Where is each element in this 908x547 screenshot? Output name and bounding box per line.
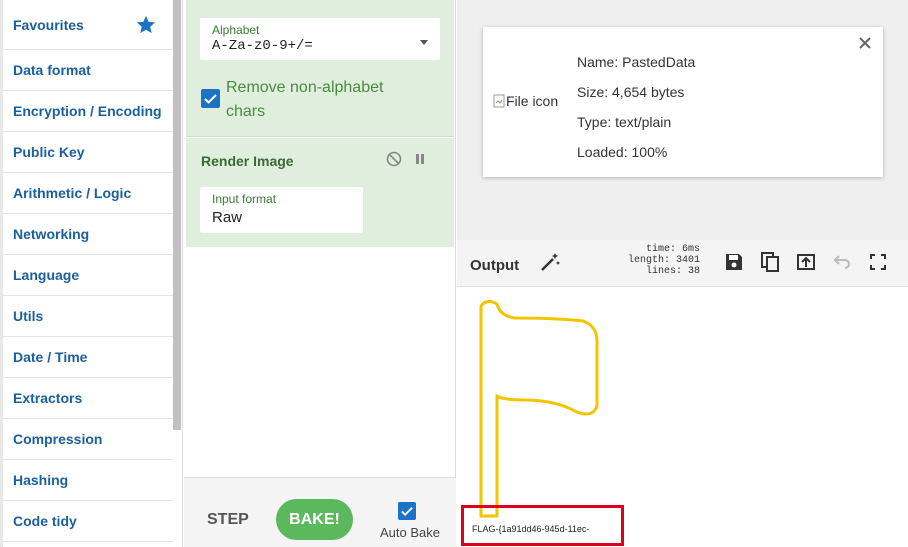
output-area[interactable]: FLAG-{1a91dd46-945d-11ec-	[457, 288, 908, 547]
app-root: Favourites Data format Encryption / Enco…	[0, 0, 908, 547]
file-icon-alt-text: File icon	[506, 93, 559, 109]
bake-button-label: BAKE!	[289, 510, 340, 528]
sidebar-item-label: Encryption / Encoding	[13, 103, 162, 119]
sidebar-item-label: Arithmetic / Logic	[13, 185, 132, 201]
sidebar-item-label: Language	[13, 267, 80, 283]
input-format-label: Input format	[212, 192, 277, 206]
operations-sidebar: Favourites Data format Encryption / Enco…	[0, 0, 183, 547]
flag-text: FLAG-{1a91dd46-945d-11ec-	[472, 524, 590, 534]
sidebar-item-networking[interactable]: Networking	[3, 214, 173, 255]
auto-bake-label: Auto Bake	[380, 525, 440, 540]
sidebar-item-encryption-encoding[interactable]: Encryption / Encoding	[3, 91, 173, 132]
output-header: Output time: 6ms length: 3401 lines: 38	[457, 240, 908, 287]
input-format-field[interactable]: Input format Raw	[200, 187, 363, 233]
check-icon	[204, 94, 217, 104]
alphabet-select[interactable]: Alphabet A-Za-z0-9+/=	[200, 18, 440, 60]
auto-bake-checkbox[interactable]	[398, 502, 416, 520]
stat-time: time: 6ms	[645, 244, 700, 255]
step-button[interactable]: STEP	[207, 511, 249, 529]
input-format-value: Raw	[212, 209, 243, 226]
alphabet-value: A-Za-z0-9+/=	[212, 38, 313, 54]
undo-icon[interactable]	[831, 251, 853, 273]
sidebar-item-label: Utils	[13, 308, 44, 324]
star-icon	[136, 15, 156, 34]
sidebar-item-language[interactable]: Language	[3, 255, 173, 296]
save-icon[interactable]	[723, 251, 745, 273]
replace-input-icon[interactable]	[795, 251, 817, 273]
check-icon	[401, 507, 413, 517]
bake-button[interactable]: BAKE!	[276, 499, 353, 540]
sidebar-item-favourites[interactable]: Favourites	[3, 0, 173, 50]
magic-wand-icon[interactable]	[539, 251, 561, 273]
recipe-panel: Alphabet A-Za-z0-9+/= Remove non-alphabe…	[184, 0, 456, 547]
sidebar-item-extractors[interactable]: Extractors	[3, 378, 173, 419]
render-image-operation: Render Image Input format Raw	[186, 138, 454, 247]
file-details-card: File icon Name: PastedData Size: 4,654 b…	[483, 27, 883, 177]
stat-lines: lines: 38	[645, 266, 700, 277]
close-icon[interactable]	[859, 37, 871, 49]
file-info: Name: PastedData Size: 4,654 bytes Type:…	[577, 47, 695, 167]
sidebar-item-label: Data format	[13, 62, 91, 78]
sidebar-item-hashing[interactable]: Hashing	[3, 460, 173, 501]
output-toolbar	[723, 251, 889, 273]
pause-icon[interactable]	[414, 151, 426, 167]
recipe-controls: STEP BAKE! Auto Bake	[184, 477, 456, 547]
sidebar-item-arithmetic-logic[interactable]: Arithmetic / Logic	[3, 173, 173, 214]
sidebar-item-label: Public Key	[13, 144, 85, 160]
output-title: Output	[470, 257, 520, 274]
sidebar-item-label: Hashing	[13, 472, 69, 488]
alphabet-label: Alphabet	[212, 23, 260, 37]
sidebar-item-label: Extractors	[13, 390, 83, 406]
file-icon: File icon	[493, 93, 558, 109]
render-image-title: Render Image	[201, 153, 294, 169]
flag-image	[479, 299, 599, 518]
broken-image-icon	[493, 94, 505, 108]
sidebar-item-label: Favourites	[13, 16, 84, 33]
output-stats: time: 6ms length: 3401 lines: 38	[607, 244, 700, 277]
sidebar-item-label: Networking	[13, 226, 90, 242]
file-loaded: Loaded: 100%	[577, 144, 668, 160]
sidebar-item-utils[interactable]: Utils	[3, 296, 173, 337]
sidebar-item-compression[interactable]: Compression	[3, 419, 173, 460]
chevron-down-icon	[420, 40, 428, 45]
io-panel: File icon Name: PastedData Size: 4,654 b…	[457, 0, 908, 547]
maximize-icon[interactable]	[867, 251, 889, 273]
operation-controls	[386, 151, 426, 167]
sidebar-item-data-format[interactable]: Data format	[3, 50, 173, 91]
remove-non-alphabet-label: Remove non-alphabet chars	[226, 79, 384, 120]
sidebar-item-date-time[interactable]: Date / Time	[3, 337, 173, 378]
remove-non-alphabet-checkbox[interactable]	[201, 89, 220, 108]
flag-highlight: FLAG-{1a91dd46-945d-11ec-	[461, 505, 624, 546]
from-base64-operation: Alphabet A-Za-z0-9+/= Remove non-alphabe…	[186, 0, 454, 137]
sidebar-item-public-key[interactable]: Public Key	[3, 132, 173, 173]
sidebar-item-label: Code tidy	[13, 513, 77, 529]
sidebar-scrollbar[interactable]	[173, 0, 181, 430]
disable-icon[interactable]	[386, 151, 402, 167]
file-type: Type: text/plain	[577, 114, 672, 130]
file-size: Size: 4,654 bytes	[577, 84, 685, 100]
sidebar-item-code-tidy[interactable]: Code tidy	[3, 501, 173, 542]
stat-length: length: 3401	[627, 255, 700, 266]
input-area[interactable]: File icon Name: PastedData Size: 4,654 b…	[457, 0, 908, 240]
category-list: Favourites Data format Encryption / Enco…	[3, 0, 173, 542]
copy-icon[interactable]	[759, 251, 781, 273]
sidebar-item-label: Compression	[13, 431, 103, 447]
file-name: Name: PastedData	[577, 54, 696, 70]
sidebar-item-label: Date / Time	[13, 349, 88, 365]
